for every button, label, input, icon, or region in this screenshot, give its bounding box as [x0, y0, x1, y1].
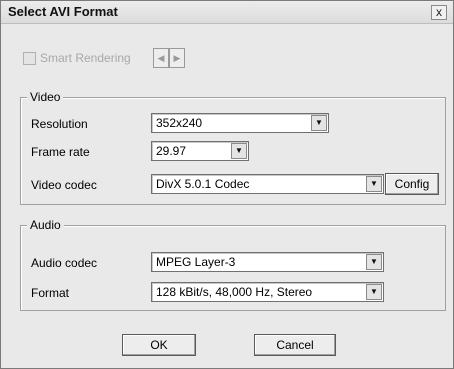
chevron-down-icon[interactable]: ▼	[366, 176, 382, 192]
prev-arrow-button[interactable]: ◀	[153, 48, 169, 68]
ok-button[interactable]: OK	[122, 334, 196, 356]
frame-rate-value: 29.97	[156, 144, 187, 158]
frame-rate-label: Frame rate	[31, 145, 90, 159]
close-button[interactable]: x	[431, 5, 447, 20]
resolution-label: Resolution	[31, 117, 88, 131]
title-bar: Select AVI Format x	[1, 1, 453, 24]
cancel-button[interactable]: Cancel	[254, 334, 336, 356]
smart-rendering-label: Smart Rendering	[40, 51, 131, 65]
audio-group-title: Audio	[27, 218, 64, 232]
chevron-down-icon[interactable]: ▼	[311, 115, 327, 131]
video-group-title: Video	[27, 90, 64, 104]
resolution-value: 352x240	[156, 116, 203, 130]
format-label: Format	[31, 286, 70, 300]
frame-rate-select[interactable]: 29.97 ▼	[151, 141, 249, 161]
video-codec-label: Video codec	[31, 178, 97, 192]
audio-codec-label: Audio codec	[31, 256, 98, 270]
next-arrow-button[interactable]: ▶	[169, 48, 185, 68]
format-select[interactable]: 128 kBit/s, 48,000 Hz, Stereo ▼	[151, 282, 384, 302]
smart-rendering-checkbox[interactable]	[23, 52, 36, 65]
format-value: 128 kBit/s, 48,000 Hz, Stereo	[156, 285, 313, 299]
chevron-down-icon[interactable]: ▼	[366, 284, 382, 300]
chevron-down-icon[interactable]: ▼	[366, 254, 382, 270]
config-button[interactable]: Config	[385, 173, 439, 195]
audio-codec-select[interactable]: MPEG Layer-3 ▼	[151, 252, 384, 272]
dialog-title: Select AVI Format	[8, 4, 118, 19]
resolution-select[interactable]: 352x240 ▼	[151, 113, 329, 133]
chevron-down-icon[interactable]: ▼	[231, 143, 247, 159]
video-codec-value: DivX 5.0.1 Codec	[156, 177, 250, 191]
select-avi-format-dialog: Select AVI Format x Smart Rendering ◀ ▶ …	[0, 0, 454, 369]
video-codec-select[interactable]: DivX 5.0.1 Codec ▼	[151, 174, 384, 194]
audio-codec-value: MPEG Layer-3	[156, 255, 236, 269]
